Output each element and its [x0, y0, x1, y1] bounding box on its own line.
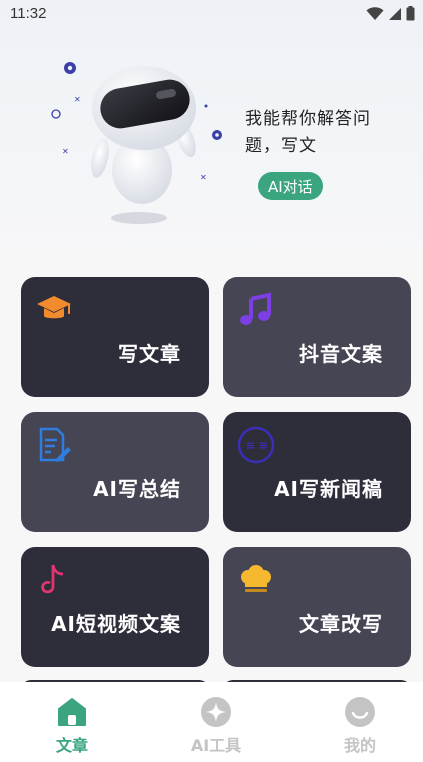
card-label: AI写新闻稿 [274, 477, 383, 501]
sparkle-icon [201, 697, 231, 727]
chef-hat-icon [241, 565, 271, 592]
hero-intro-text: 我能帮你解答问题，写文 [245, 109, 371, 156]
card-article-rewrite[interactable]: 文章改写 [223, 547, 411, 667]
smile-icon [345, 697, 375, 727]
status-bar: 11:32 [0, 0, 423, 28]
document-edit-icon [39, 427, 71, 462]
card-douyin-copy[interactable]: 抖音文案 [223, 277, 411, 397]
nav-label: 我的 [343, 736, 376, 755]
card-write-article[interactable]: 写文章 [21, 277, 209, 397]
nav-label: AI工具 [190, 736, 242, 755]
ai-chat-button[interactable]: AI对话 [258, 172, 323, 200]
nav-articles[interactable]: 文章 [22, 682, 122, 762]
tiktok-icon [41, 564, 64, 594]
svg-text:✕: ✕ [62, 147, 69, 156]
status-time: 11:32 [10, 5, 47, 22]
svg-text:≡ ≡: ≡ ≡ [246, 439, 268, 452]
card-label: 写文章 [118, 342, 181, 366]
bottom-nav: 文章 AI工具 我的 [0, 682, 423, 762]
card-ai-summary[interactable]: AI写总结 [21, 412, 209, 532]
svg-text:✕: ✕ [74, 95, 81, 104]
nav-mine[interactable]: 我的 [310, 682, 410, 762]
nav-ai-tools[interactable]: AI工具 [166, 682, 266, 762]
battery-icon [406, 6, 415, 21]
robot-illustration: ✕ ✕ ✕ [51, 62, 222, 224]
signal-icon [389, 7, 401, 20]
card-label: 抖音文案 [299, 342, 383, 366]
graduation-cap-icon [37, 296, 71, 319]
home-icon [58, 698, 86, 726]
status-icons [366, 6, 415, 21]
nav-label: 文章 [55, 736, 88, 755]
wifi-icon [366, 6, 384, 20]
card-label: 文章改写 [299, 612, 383, 636]
hero-section: ✕ ✕ ✕ 我能帮你解答问题，写文 AI对话 [0, 28, 423, 248]
music-note-icon [240, 292, 271, 325]
svg-text:✕: ✕ [200, 173, 207, 182]
card-ai-press-release[interactable]: ≡ ≡ AI写新闻稿 [223, 412, 411, 532]
card-label: AI写总结 [93, 477, 181, 501]
card-ai-short-video-copy[interactable]: AI短视频文案 [21, 547, 209, 667]
news-icon: ≡ ≡ [237, 426, 275, 464]
card-label: AI短视频文案 [51, 612, 181, 636]
